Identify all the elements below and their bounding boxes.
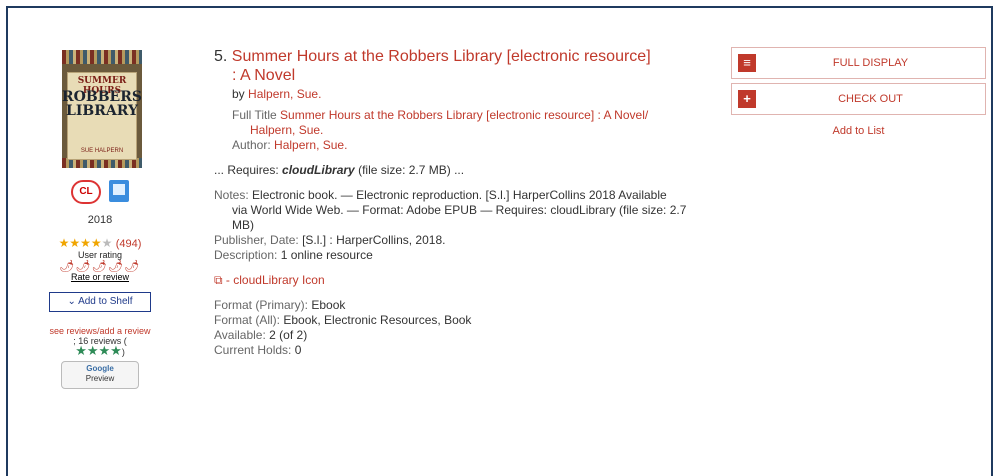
pepper-rating-icon[interactable]: 🌶🌶🌶🌶🌶 xyxy=(45,260,155,272)
record-details: 5. Summer Hours at the Robbers Library [… xyxy=(214,47,694,358)
publication-year: 2018 xyxy=(87,214,113,226)
description-field: Description: 1 online resource xyxy=(214,248,373,262)
full-display-button[interactable]: ≡ FULL DISPLAY xyxy=(731,47,986,79)
format-primary-field: Format (Primary): Ebook xyxy=(214,298,346,312)
star-rating: ★★★★★ (494) xyxy=(58,236,142,250)
record-number: 5. xyxy=(214,48,228,65)
plus-icon: + xyxy=(738,90,756,108)
rating-count[interactable]: (494) xyxy=(116,238,142,250)
cloudlibrary-link[interactable]: ⧉ - cloudLibrary Icon xyxy=(214,273,325,287)
requires-line: ... Requires: cloudLibrary (file size: 2… xyxy=(214,163,465,177)
cloudlibrary-icon[interactable]: CL xyxy=(71,180,101,204)
left-sidebar: SUMMER HOURS ROBBERS LIBRARY SUE HALPERN … xyxy=(45,50,155,389)
google-preview-button[interactable]: Google Preview xyxy=(61,361,139,389)
by-author-link[interactable]: Halpern, Sue. xyxy=(248,87,321,101)
book-cover-image[interactable]: SUMMER HOURS ROBBERS LIBRARY SUE HALPERN xyxy=(62,50,142,168)
add-to-list-link[interactable]: Add to List xyxy=(731,125,986,137)
format-all-field: Format (All): Ebook, Electronic Resource… xyxy=(214,313,472,327)
chevron-down-icon: ⌄ xyxy=(67,296,76,307)
cover-title-line2b: LIBRARY xyxy=(66,103,138,119)
author-link[interactable]: Halpern, Sue. xyxy=(274,138,347,152)
action-panel: ≡ FULL DISPLAY + CHECK OUT Add to List xyxy=(731,47,986,137)
current-holds-field: Current Holds: 0 xyxy=(214,343,302,357)
review-stars-icon: ★★★★ xyxy=(75,343,122,358)
full-title-author-link[interactable]: Halpern, Sue. xyxy=(250,123,323,137)
record-title-link[interactable]: Summer Hours at the Robbers Library [ele… xyxy=(232,48,651,65)
record-subtitle-link[interactable]: : A Novel xyxy=(232,67,295,84)
publisher-field: Publisher, Date: [S.l.] : HarperCollins,… xyxy=(214,233,446,247)
add-to-shelf-button[interactable]: ⌄ Add to Shelf xyxy=(49,292,151,312)
list-icon: ≡ xyxy=(738,54,756,72)
rate-or-review-link[interactable]: Rate or review xyxy=(45,272,155,282)
cover-author: SUE HALPERN xyxy=(80,148,124,154)
full-title-link[interactable]: Summer Hours at the Robbers Library [ele… xyxy=(280,108,648,122)
ebook-format-icon xyxy=(109,180,129,202)
external-link-icon: ⧉ xyxy=(214,273,223,287)
check-out-button[interactable]: + CHECK OUT xyxy=(731,83,986,115)
notes-field: Notes: Electronic book. — Electronic rep… xyxy=(214,188,667,202)
available-field: Available: 2 (of 2) xyxy=(214,328,308,342)
see-reviews-link[interactable]: see reviews/add a review xyxy=(49,326,150,336)
